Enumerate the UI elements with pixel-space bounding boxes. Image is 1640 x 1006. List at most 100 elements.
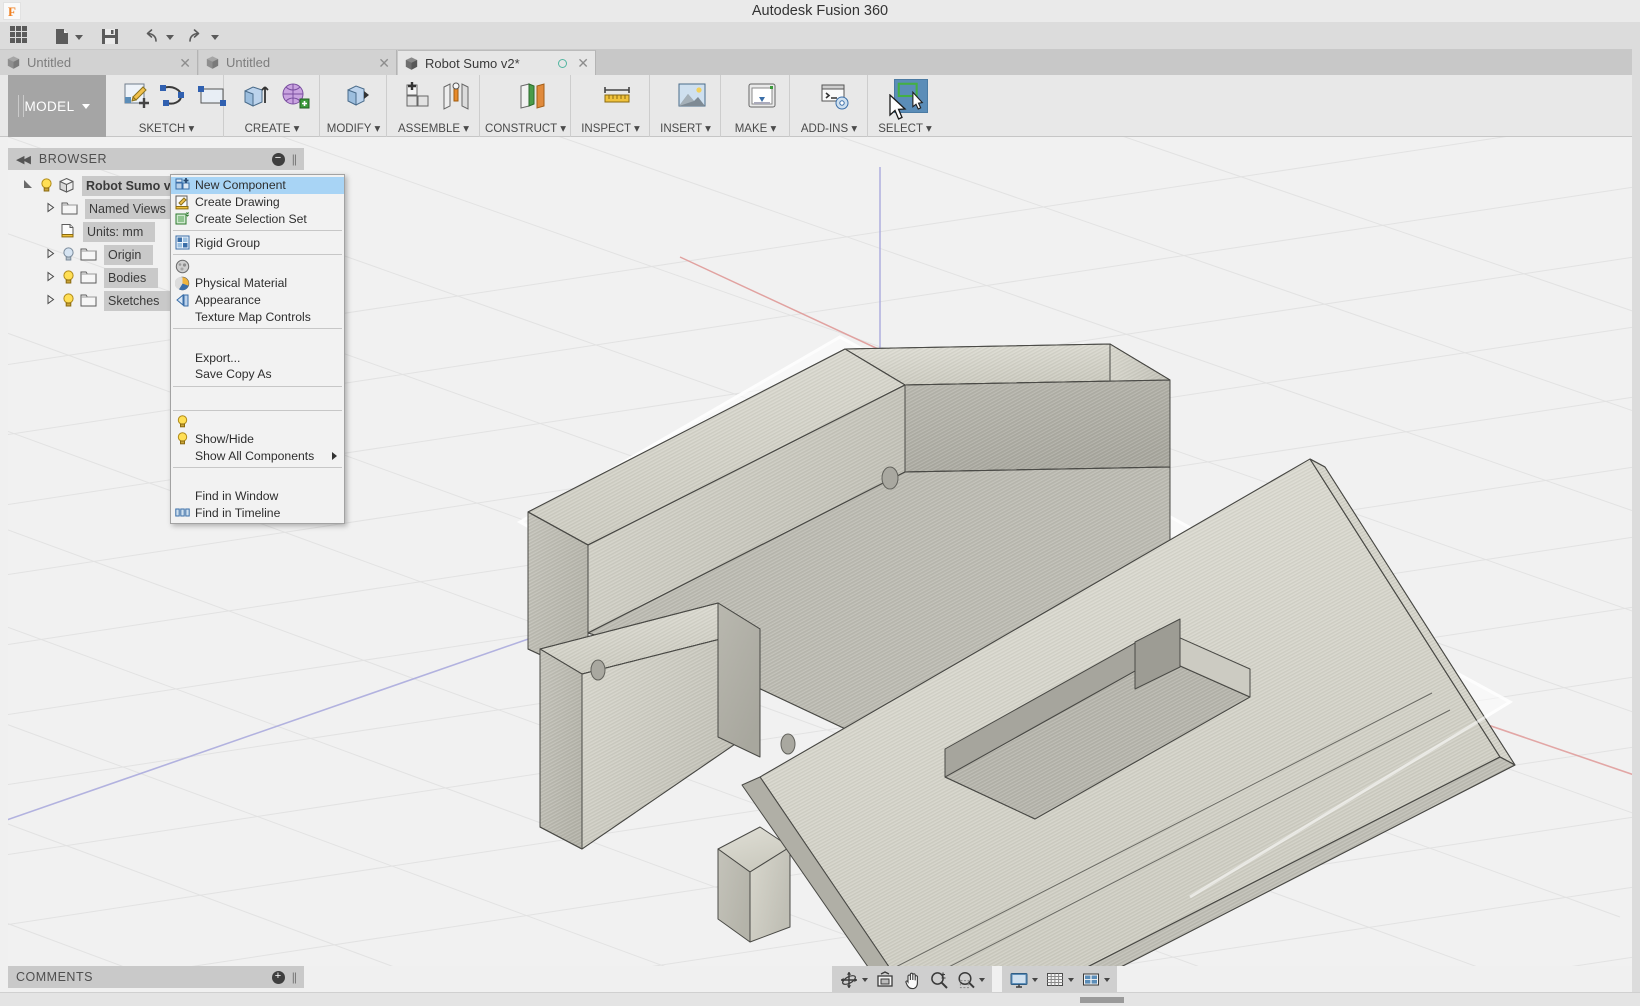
chevron-right-icon[interactable] (44, 294, 57, 307)
menu-item-create-drawing[interactable]: Create Drawing (171, 194, 344, 211)
3d-print-icon[interactable] (745, 79, 779, 113)
sculpt-icon[interactable] (277, 79, 311, 113)
selection-set-icon (175, 211, 190, 226)
workspace-switcher-button[interactable]: MODEL (8, 75, 106, 137)
extrude-icon[interactable] (239, 79, 273, 113)
ribbon-panel-label[interactable]: SKETCH ▾ (110, 121, 223, 135)
grid-snaps-button[interactable] (1043, 967, 1076, 993)
menu-item-do-not-capture-design-history[interactable]: Find in Timeline (171, 505, 344, 522)
ribbon-panel-insert: INSERT ▾ (651, 75, 721, 137)
fit-view-button[interactable] (873, 967, 897, 993)
ribbon-panel-label[interactable]: SELECT ▾ (869, 121, 941, 135)
visibility-bulb-icon[interactable] (38, 177, 55, 194)
menu-item-display-detail-control[interactable] (171, 390, 344, 407)
rectangle-icon[interactable] (195, 79, 229, 113)
pan-button[interactable] (900, 967, 924, 993)
menu-item-texture-map-controls[interactable]: Appearance (171, 292, 344, 309)
create-sketch-icon[interactable] (119, 79, 153, 113)
spline-icon[interactable] (157, 79, 191, 113)
document-tab-3[interactable]: Robot Sumo v2* ✕ (398, 50, 596, 75)
joint-icon[interactable] (439, 79, 473, 113)
visibility-bulb-icon[interactable] (60, 292, 77, 309)
menu-item-label: Export... (195, 350, 241, 365)
menu-item-label: Show All Components (195, 448, 315, 463)
ribbon-panel-label[interactable]: INSPECT ▾ (572, 121, 649, 135)
units-document-icon (58, 223, 77, 240)
visibility-bulb-icon[interactable] (60, 269, 77, 286)
press-pull-icon[interactable] (343, 79, 377, 113)
ribbon-panel-label[interactable]: CONSTRUCT ▾ (481, 121, 570, 135)
orbit-button[interactable] (837, 967, 870, 993)
menu-item-label: Create Selection Set (195, 211, 307, 226)
close-icon[interactable]: ✕ (577, 56, 589, 70)
ribbon-panel-label[interactable]: ASSEMBLE ▾ (388, 121, 479, 135)
menu-item-save-copy-as[interactable]: Export... (171, 349, 344, 366)
document-tabs: Untitled ✕ Untitled ✕ Robot Sumo v2* ✕ (0, 50, 1640, 75)
menu-item-rigid-group[interactable]: Rigid Group (171, 234, 344, 251)
menu-item-export[interactable] (171, 332, 344, 349)
fusion360-window: F Autodesk Fusion 360 Untitled ✕ Untitle… (0, 0, 1640, 1006)
menu-item-save-as-stl[interactable]: Save Copy As (171, 366, 344, 383)
chevron-down-icon[interactable] (81, 103, 90, 109)
menu-separator (173, 230, 342, 232)
browser-title: BROWSER (38, 152, 108, 166)
resize-grip-icon[interactable]: || (292, 152, 297, 166)
collapse-left-icon[interactable]: ◀◀ (16, 153, 31, 166)
ribbon-panel-label[interactable]: ADD-INS ▾ (791, 121, 867, 135)
ribbon-panel-label[interactable]: INSERT ▾ (651, 121, 720, 135)
menu-item-appearance[interactable]: Physical Material (171, 275, 344, 292)
close-icon[interactable]: ✕ (378, 56, 390, 70)
save-button[interactable] (100, 26, 120, 47)
chevron-right-icon[interactable] (44, 271, 57, 284)
viewports-button[interactable] (1079, 967, 1112, 993)
redo-arrow-icon (189, 29, 200, 42)
insert-image-icon[interactable] (675, 79, 709, 113)
close-icon[interactable]: ✕ (179, 56, 191, 70)
chevron-right-icon[interactable] (44, 202, 57, 215)
ribbon-panel-label[interactable]: MODIFY ▾ (321, 121, 386, 135)
menu-item-find-in-window[interactable] (171, 471, 344, 488)
chevron-down-icon[interactable] (75, 35, 83, 40)
menu-item-show-hide[interactable] (171, 414, 344, 431)
app-grid-button[interactable] (10, 26, 27, 47)
chevron-down-icon[interactable] (211, 35, 219, 40)
zoom-button[interactable] (927, 967, 951, 993)
chevron-right-icon[interactable] (44, 248, 57, 261)
display-monitor-icon (1010, 973, 1028, 988)
measure-ruler-icon[interactable] (600, 79, 634, 113)
menu-item-properties[interactable]: Texture Map Controls (171, 309, 344, 326)
menu-item-new-component[interactable]: New Component (171, 177, 344, 194)
menu-item-physical-material[interactable] (171, 258, 344, 275)
menu-item-create-selection-set[interactable]: Create Selection Set (171, 211, 344, 228)
chevron-down-icon[interactable] (1104, 978, 1110, 982)
select-window-icon[interactable] (894, 79, 928, 113)
expand-arrow-icon[interactable] (22, 179, 35, 192)
chevron-down-icon[interactable] (1068, 978, 1074, 982)
zoom-icon (931, 972, 948, 989)
redo-button[interactable] (185, 26, 219, 47)
minus-circle-icon[interactable]: − (271, 152, 285, 166)
ribbon-panel-label[interactable]: MAKE ▾ (722, 121, 789, 135)
display-settings-button[interactable] (1007, 967, 1040, 993)
resize-grip-icon[interactable]: || (292, 970, 297, 984)
menu-item-find-in-timeline[interactable]: Find in Window (171, 488, 344, 505)
new-file-button[interactable] (52, 26, 83, 47)
menu-item-opacity-control[interactable]: Show All Components (171, 447, 344, 464)
document-tab-1[interactable]: Untitled ✕ (0, 50, 198, 75)
undo-button[interactable] (140, 26, 174, 47)
offset-plane-icon[interactable] (515, 79, 549, 113)
visibility-bulb-icon[interactable] (60, 246, 77, 263)
chevron-down-icon[interactable] (1032, 978, 1038, 982)
chevron-down-icon[interactable] (979, 978, 985, 982)
new-component-icon[interactable] (401, 79, 435, 113)
scripts-addins-icon[interactable] (818, 79, 852, 113)
chevron-down-icon[interactable] (862, 978, 868, 982)
zoom-window-button[interactable] (954, 967, 987, 993)
document-tab-2[interactable]: Untitled ✕ (199, 50, 397, 75)
plus-circle-icon[interactable]: + (271, 970, 285, 984)
ribbon-panel-label[interactable]: CREATE ▾ (225, 121, 319, 135)
menu-item-show-all-components[interactable]: Show/Hide (171, 430, 344, 447)
timeline-scrubber[interactable] (1080, 997, 1124, 1003)
tree-item-label: Named Views (85, 198, 178, 219)
chevron-down-icon[interactable] (166, 35, 174, 40)
